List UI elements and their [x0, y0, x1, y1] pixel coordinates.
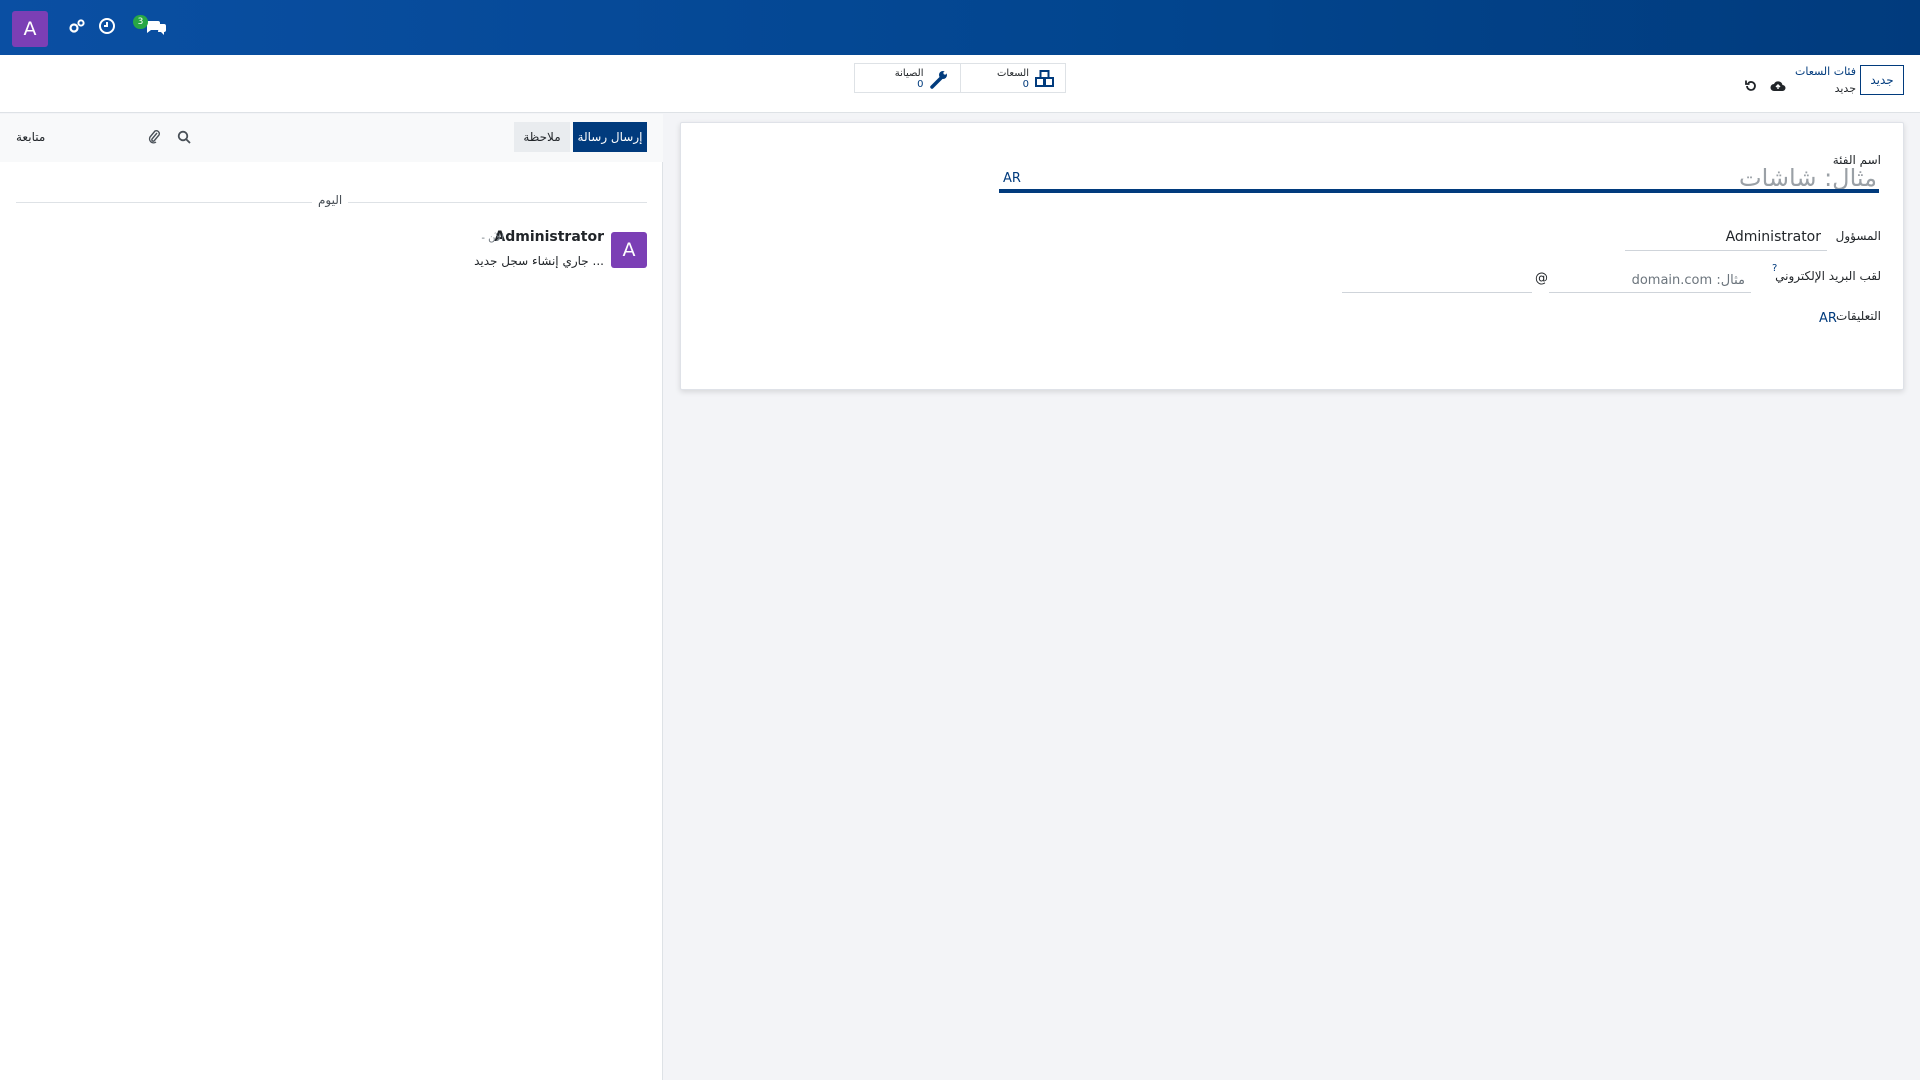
responsible-value: Administrator: [1725, 229, 1821, 245]
email-alias-help[interactable]: ?: [1772, 263, 1777, 274]
maintenance-count: 0: [917, 79, 924, 90]
comments-label: التعليقات: [1835, 309, 1881, 323]
email-alias-domain-input[interactable]: [1549, 269, 1751, 293]
message-avatar[interactable]: A: [611, 232, 647, 268]
chatter-topbar: إرسال رسالة ملاحظة متابعة: [0, 114, 663, 162]
control-panel: جديد فئات السعات جديد الصيانة 0 السعات 0: [0, 55, 1920, 113]
breadcrumb-parent[interactable]: فئات السعات: [1795, 65, 1856, 78]
message-time: - الآن: [481, 233, 504, 244]
gears-icon[interactable]: [66, 15, 88, 37]
form-sheet: اسم الفئة AR المسؤول Administrator لقب ا…: [680, 122, 1904, 390]
name-lang-button[interactable]: AR: [1003, 171, 1021, 186]
category-name-label: اسم الفئة: [1832, 153, 1881, 167]
log-note-button[interactable]: ملاحظة: [514, 122, 570, 152]
maintenance-smart-button[interactable]: الصيانة 0: [855, 64, 960, 92]
equipment-count: 0: [1022, 79, 1029, 90]
search-icon[interactable]: [175, 128, 193, 146]
maintenance-label: الصيانة: [894, 68, 924, 79]
wrench-icon: [928, 69, 952, 89]
at-symbol: @: [1535, 271, 1548, 286]
comments-lang-button[interactable]: AR: [1819, 311, 1837, 326]
clock-icon[interactable]: [96, 15, 118, 37]
category-name-input[interactable]: [999, 167, 1879, 193]
email-alias-name-input[interactable]: [1342, 269, 1532, 293]
equipment-label: السعات: [996, 68, 1029, 79]
save-cloud-icon[interactable]: [1769, 77, 1787, 95]
send-message-button[interactable]: إرسال رسالة: [573, 122, 647, 152]
discard-icon[interactable]: [1742, 77, 1760, 95]
equipment-smart-button[interactable]: السعات 0: [959, 64, 1066, 92]
user-avatar[interactable]: A: [12, 11, 48, 47]
responsible-label: المسؤول: [1835, 229, 1881, 243]
follow-button[interactable]: متابعة: [16, 130, 45, 144]
message-body: جاري إنشاء سجل جديد ...: [474, 254, 604, 268]
top-navbar: A 3: [0, 0, 1920, 55]
message-author[interactable]: Administrator: [494, 229, 604, 245]
paperclip-icon[interactable]: [145, 128, 163, 146]
date-separator-label: اليوم: [312, 193, 349, 207]
smart-buttons: الصيانة 0 السعات 0: [854, 63, 1066, 93]
chat-badge: 3: [133, 15, 148, 29]
chatter-panel: إرسال رسالة ملاحظة متابعة اليوم A Admini…: [0, 114, 663, 1080]
email-alias-label: لقب البريد الإلكتروني: [1775, 269, 1881, 283]
cubes-icon: [1033, 69, 1057, 89]
breadcrumb-current: جديد: [1834, 82, 1856, 95]
new-button[interactable]: جديد: [1860, 65, 1904, 95]
